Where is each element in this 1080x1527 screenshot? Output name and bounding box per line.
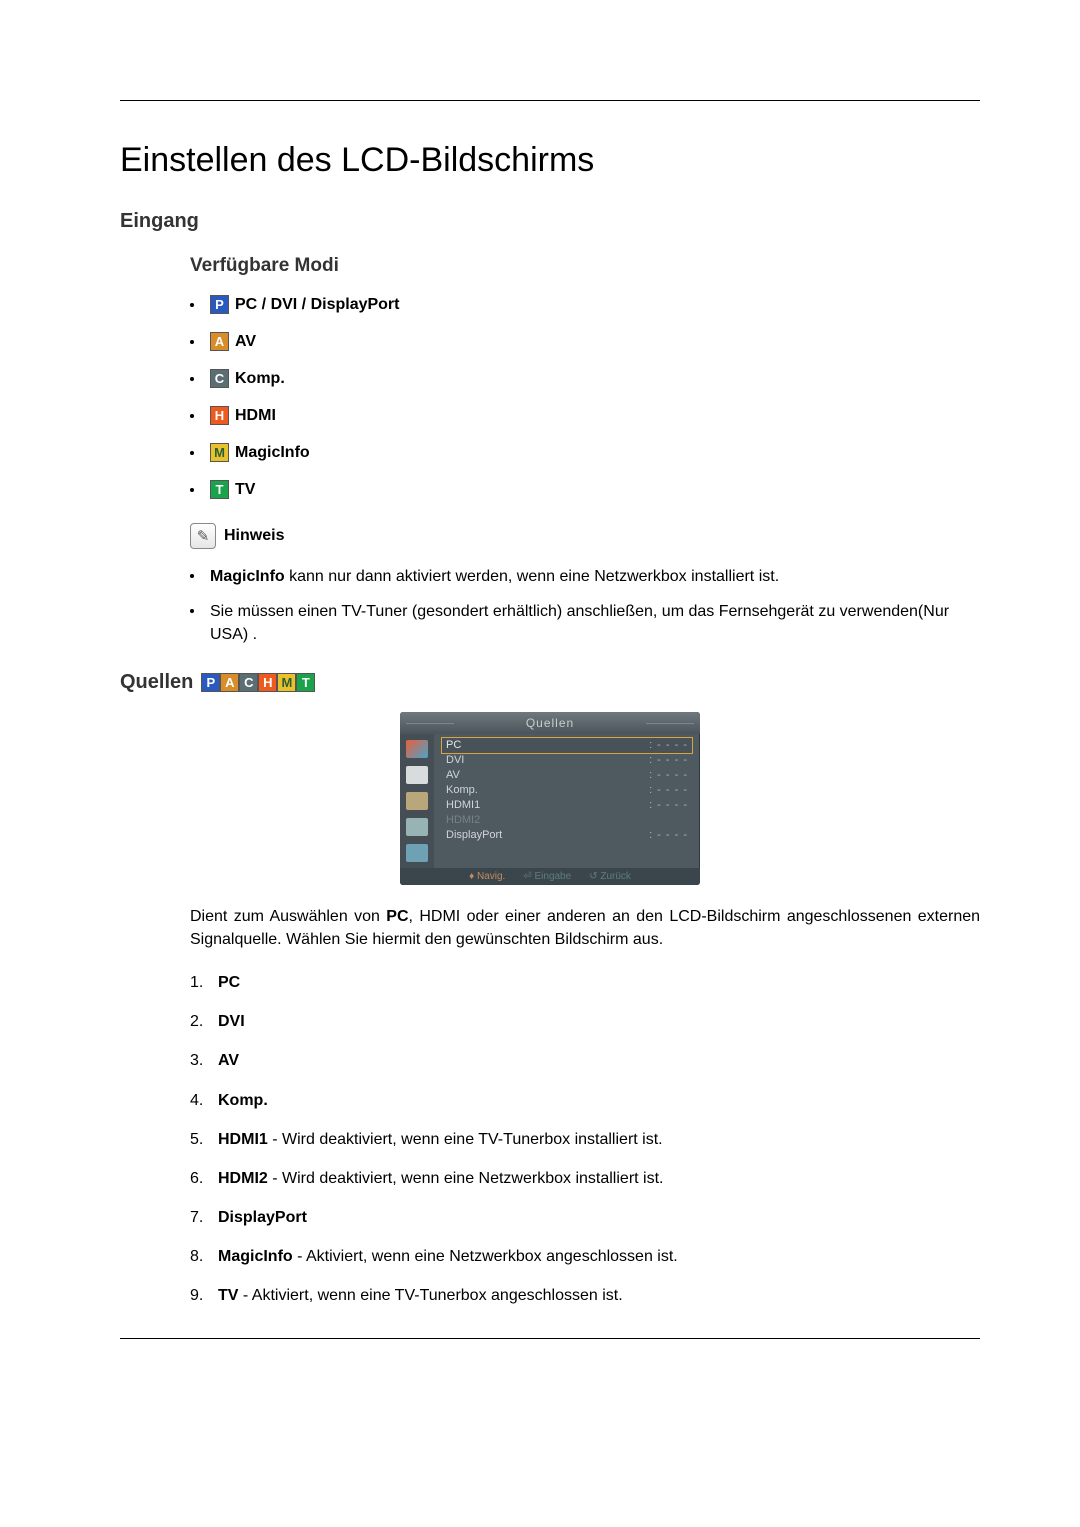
quellen-numlist: 1.PC 2.DVI 3.AV 4.Komp. 5.HDMI1 - Wird deakt…: [190, 971, 980, 1308]
mode-letter-icon: T: [210, 480, 229, 499]
subhead-verfuegbare-modi: Verfügbare Modi: [190, 255, 980, 277]
osd-row: HDMI2: [442, 813, 692, 828]
mode-label: TV: [235, 481, 255, 499]
mode-label: HDMI: [235, 407, 276, 425]
osd-row: Komp.: - - - -: [442, 783, 692, 798]
a-icon: A: [220, 673, 239, 692]
osd-row: HDMI1: - - - -: [442, 798, 692, 813]
quellen-list-item: 3.AV: [190, 1049, 980, 1072]
osd-row: AV: - - - -: [442, 768, 692, 783]
section-quellen: Quellen: [120, 671, 193, 694]
mode-letter-icon: M: [210, 443, 229, 462]
mode-item: P PC / DVI / DisplayPort: [190, 295, 980, 314]
quellen-list-item: 8.MagicInfo - Aktiviert, wenn eine Netzw…: [190, 1245, 980, 1268]
mode-label: MagicInfo: [235, 444, 310, 462]
osd-footer: ♦ Navig. ⏎ Eingabe ↺ Zurück: [400, 868, 700, 885]
quellen-list-item: 2.DVI: [190, 1010, 980, 1033]
mode-item: H HDMI: [190, 406, 980, 425]
mode-item: C Komp.: [190, 369, 980, 388]
mode-label: PC / DVI / DisplayPort: [235, 296, 399, 314]
p-icon: P: [201, 673, 220, 692]
mode-letter-icon: P: [210, 295, 229, 314]
osd-sidebar-icons: [400, 734, 434, 868]
mode-item: M MagicInfo: [190, 443, 980, 462]
mode-icon-strip: P A C H M T: [201, 673, 315, 692]
hinweis-list: MagicInfo kann nur dann aktiviert werden…: [190, 565, 980, 647]
section-eingang: Eingang: [120, 210, 980, 233]
note-icon: ✎: [190, 523, 216, 549]
mode-label: Komp.: [235, 370, 285, 388]
osd-enter-label: Eingabe: [534, 871, 571, 882]
mode-label: AV: [235, 333, 256, 351]
osd-row: DisplayPort: - - - -: [442, 828, 692, 843]
osd-back-label: Zurück: [600, 871, 631, 882]
c-icon: C: [239, 673, 258, 692]
mode-item: T TV: [190, 480, 980, 499]
top-divider: [120, 100, 980, 101]
osd-source-list: PC: - - - -DVI: - - - -AV: - - - -Komp.:…: [434, 734, 700, 868]
osd-title: Quellen: [400, 712, 700, 734]
mode-item: A AV: [190, 332, 980, 351]
page-title: Einstellen des LCD-Bildschirms: [120, 141, 980, 180]
quellen-list-item: 9.TV - Aktiviert, wenn eine TV-Tunerbox …: [190, 1284, 980, 1307]
osd-nav-label: Navig.: [477, 871, 505, 882]
hinweis-label: Hinweis: [224, 527, 284, 545]
quellen-list-item: 7.DisplayPort: [190, 1206, 980, 1229]
quellen-list-item: 1.PC: [190, 971, 980, 994]
osd-row: DVI: - - - -: [442, 753, 692, 768]
quellen-paragraph: Dient zum Auswählen von PC, HDMI oder ei…: [190, 905, 980, 951]
hinweis-item: Sie müssen einen TV-Tuner (gesondert erh…: [190, 600, 980, 646]
quellen-list-item: 6.HDMI2 - Wird deaktiviert, wenn eine Ne…: [190, 1167, 980, 1190]
bottom-divider: [120, 1338, 980, 1339]
osd-screenshot: Quellen PC: - - - -DVI: - - - -AV: - - -…: [400, 712, 700, 885]
mode-letter-icon: C: [210, 369, 229, 388]
quellen-list-item: 4.Komp.: [190, 1089, 980, 1112]
quellen-list-item: 5.HDMI1 - Wird deaktiviert, wenn eine TV…: [190, 1128, 980, 1151]
mode-letter-icon: A: [210, 332, 229, 351]
hinweis-item: MagicInfo kann nur dann aktiviert werden…: [190, 565, 980, 588]
mode-list: P PC / DVI / DisplayPort A AV C Komp. H HDM…: [190, 295, 980, 499]
m-icon: M: [277, 673, 296, 692]
t-icon: T: [296, 673, 315, 692]
osd-row: PC: - - - -: [442, 738, 692, 753]
mode-letter-icon: H: [210, 406, 229, 425]
h-icon: H: [258, 673, 277, 692]
